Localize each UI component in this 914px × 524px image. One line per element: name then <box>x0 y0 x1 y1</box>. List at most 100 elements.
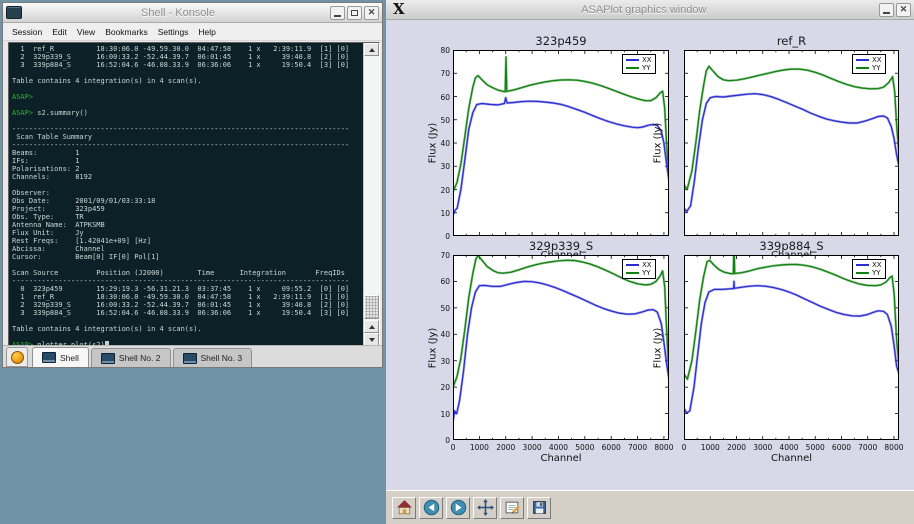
legend-line-sample <box>626 264 639 266</box>
x-tick-label: 5000 <box>802 443 828 452</box>
terminal-output[interactable]: 1 ref_R 18:30:06.0 -49.59.30.0 04:47:58 … <box>9 43 363 346</box>
terminal-line <box>12 317 363 325</box>
asaplot-window-title: ASAPlot graphics window <box>409 4 879 16</box>
new-session-icon <box>11 351 24 364</box>
figure-canvas[interactable]: 323p45901020304050607080ChannelFlux (Jy)… <box>386 20 914 490</box>
terminal-line: 3 339p884_S 16:52:04.6 -46.08.33.9 06:36… <box>12 61 363 69</box>
terminal-line: Obs. Type: TR <box>12 213 363 221</box>
back-button[interactable] <box>419 497 443 519</box>
menu-item-view[interactable]: View <box>72 27 100 37</box>
y-tick-label: 60 <box>430 93 450 102</box>
legend-line-sample <box>626 59 639 61</box>
scroll-up-icon[interactable] <box>364 320 379 333</box>
terminal-line <box>12 85 363 93</box>
legend-entry: YY <box>626 64 652 72</box>
x-axis-label: Channel <box>684 453 899 464</box>
forward-icon <box>450 499 467 516</box>
terminal-line: 1 ref_R 18:30:06.0 -49.59.30.0 04:47:58 … <box>12 293 363 301</box>
close-icon: ✕ <box>368 8 376 17</box>
terminal-line: 0 323p459 15:29:19.3 -56.31.21.3 03:37:4… <box>12 285 363 293</box>
tab-shell-no-2[interactable]: Shell No. 2 <box>91 348 171 367</box>
legend-entry: YY <box>856 269 882 277</box>
scrollbar-thumb[interactable] <box>364 295 379 319</box>
legend-line-sample <box>856 264 869 266</box>
legend-label: YY <box>642 64 651 72</box>
x-tick-label: 6000 <box>598 443 624 452</box>
y-tick-label: 10 <box>430 410 450 419</box>
close-icon: ✕ <box>900 5 908 14</box>
menu-item-settings[interactable]: Settings <box>153 27 194 37</box>
x-tick-label: 7000 <box>855 443 881 452</box>
close-button[interactable]: ✕ <box>364 6 379 20</box>
terminal-line: 2 329p339_S 16:00:33.2 -52.44.39.7 06:01… <box>12 301 363 309</box>
home-button[interactable] <box>392 497 416 519</box>
x-tick-label: 3000 <box>519 443 545 452</box>
terminal-line: ASAP> s2.summary() <box>12 109 363 117</box>
tab-shell-no-3[interactable]: Shell No. 3 <box>173 348 253 367</box>
terminal-line: 3 339p884_S 16:52:04.6 -46.08.33.9 06:36… <box>12 309 363 317</box>
legend-label: YY <box>642 269 651 277</box>
konsole-titlebar[interactable]: Shell - Konsole ✕ <box>3 3 382 23</box>
terminal-line <box>12 101 363 109</box>
terminal-line <box>12 69 363 77</box>
y-axis-label: Flux (Jy) <box>428 327 439 368</box>
home-icon <box>396 499 413 516</box>
terminal-line: IFs: 1 <box>12 157 363 165</box>
pan-button[interactable] <box>473 497 497 519</box>
konsole-menubar: SessionEditViewBookmarksSettingsHelp <box>3 23 382 41</box>
terminal-line: Scan Source Position (J2000) Time Integr… <box>12 269 363 277</box>
terminal-line: Observer: <box>12 189 363 197</box>
terminal-line: Obs Date: 2001/09/01/03:33:18 <box>12 197 363 205</box>
menu-item-help[interactable]: Help <box>193 27 220 37</box>
y-tick-label: 10 <box>430 209 450 218</box>
terminal-line: Rest Freqs: [1.42041e+09] [Hz] <box>12 237 363 245</box>
legend-entry: YY <box>856 64 882 72</box>
terminal-tab-icon <box>42 352 56 363</box>
pan-icon <box>477 499 494 516</box>
x-tick-label: 1000 <box>697 443 723 452</box>
x-tick-label: 4000 <box>545 443 571 452</box>
tab-shell[interactable]: Shell <box>32 347 89 367</box>
y-tick-label: 70 <box>430 251 450 260</box>
terminal-line <box>12 117 363 125</box>
minimize-icon <box>883 12 890 14</box>
x-tick-label: 5000 <box>572 443 598 452</box>
legend: XXYY <box>622 259 656 279</box>
konsole-window: Shell - Konsole ✕ SessionEditViewBookmar… <box>2 2 383 368</box>
menu-item-session[interactable]: Session <box>7 27 47 37</box>
legend-line-sample <box>626 272 639 274</box>
terminal-line: ----------------------------------------… <box>12 141 363 149</box>
terminal-line <box>12 333 363 341</box>
scroll-up-icon[interactable] <box>364 43 379 56</box>
new-session-button[interactable] <box>6 347 28 367</box>
terminal-tab-icon <box>101 353 115 364</box>
asaplot-titlebar[interactable]: X ASAPlot graphics window ✕ <box>386 0 914 20</box>
y-tick-label: 80 <box>430 46 450 55</box>
configure-button[interactable] <box>500 497 524 519</box>
menu-item-edit[interactable]: Edit <box>47 27 72 37</box>
forward-button[interactable] <box>446 497 470 519</box>
legend-entry: XX <box>856 261 882 269</box>
x-tick-label: 4000 <box>776 443 802 452</box>
y-tick-label: 20 <box>430 383 450 392</box>
legend-label: XX <box>872 261 882 269</box>
legend-line-sample <box>856 59 869 61</box>
x-tick-label: 6000 <box>828 443 854 452</box>
menu-item-bookmarks[interactable]: Bookmarks <box>100 27 153 37</box>
minimize-button[interactable] <box>879 3 894 17</box>
legend-line-sample <box>626 67 639 69</box>
y-tick-label: 30 <box>430 162 450 171</box>
configure-icon <box>504 499 521 516</box>
konsole-tabbar: ShellShell No. 2Shell No. 3 <box>3 345 382 367</box>
legend-label: XX <box>872 56 882 64</box>
legend-line-sample <box>856 272 869 274</box>
maximize-button[interactable] <box>347 6 362 20</box>
terminal-scrollbar[interactable] <box>363 43 379 346</box>
minimize-button[interactable] <box>330 6 345 20</box>
legend: XXYY <box>622 54 656 74</box>
y-tick-label: 50 <box>430 304 450 313</box>
save-icon <box>531 499 548 516</box>
save-button[interactable] <box>527 497 551 519</box>
legend: XXYY <box>852 259 886 279</box>
close-button[interactable]: ✕ <box>896 3 911 17</box>
